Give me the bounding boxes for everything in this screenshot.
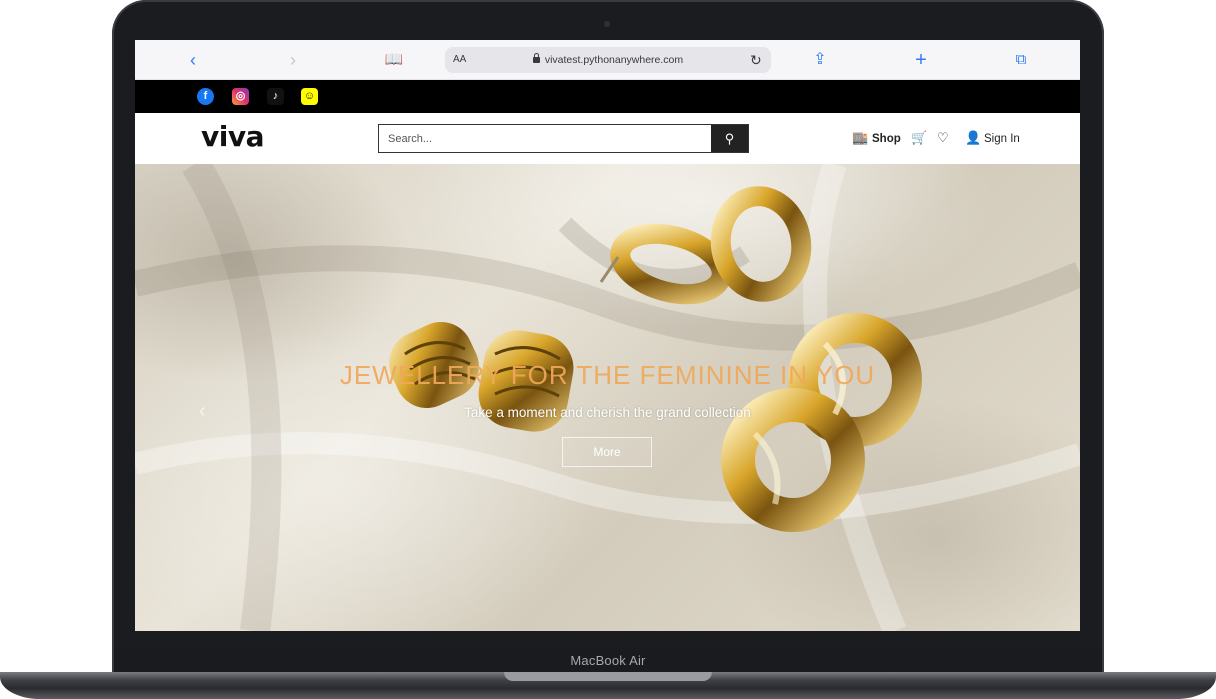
laptop-notch bbox=[504, 672, 712, 681]
heart-icon[interactable]: ♡ bbox=[937, 130, 949, 146]
sign-in-link[interactable]: Sign In bbox=[984, 131, 1020, 147]
chevron-right-icon[interactable]: › bbox=[281, 48, 305, 72]
book-icon[interactable]: 📖 bbox=[382, 48, 406, 72]
stage: MacBook Air ‹ › 📖 AA vivatest.pythonanyw… bbox=[0, 0, 1216, 699]
device-label: MacBook Air bbox=[570, 653, 646, 668]
cart-icon[interactable]: 🛒 bbox=[911, 130, 927, 146]
search-input[interactable] bbox=[379, 125, 711, 152]
plus-icon[interactable]: + bbox=[909, 48, 933, 72]
search-icon: ⚲ bbox=[724, 131, 735, 146]
reload-icon[interactable]: ↻ bbox=[750, 47, 762, 73]
hero-title: JEWELLERY FOR THE FEMININE IN YOU bbox=[339, 360, 876, 390]
hero-banner: ‹ JEWELLERY FOR THE FEMININE IN YOU Take… bbox=[135, 164, 1080, 631]
share-icon[interactable]: ⇪ bbox=[808, 48, 832, 72]
search-button[interactable]: ⚲ bbox=[711, 125, 748, 152]
url-field[interactable]: vivatest.pythonanywhere.com bbox=[445, 47, 771, 73]
site-header: viva ⚲ 🏬 Shop 🛒 ♡ 👤 Sign In bbox=[135, 113, 1080, 164]
facebook-icon[interactable]: f bbox=[197, 88, 214, 105]
browser-toolbar: ‹ › 📖 AA vivatest.pythonanywhere.com ↻ ⇪… bbox=[135, 40, 1080, 80]
tiktok-icon[interactable]: ♪ bbox=[267, 88, 284, 105]
address-bar[interactable]: AA vivatest.pythonanywhere.com ↻ bbox=[445, 47, 771, 73]
more-button[interactable]: More bbox=[562, 437, 652, 467]
shop-link[interactable]: Shop bbox=[872, 131, 901, 147]
screen: ‹ › 📖 AA vivatest.pythonanywhere.com ↻ ⇪… bbox=[135, 40, 1080, 631]
lock-icon bbox=[532, 53, 540, 63]
laptop-chin: MacBook Air bbox=[114, 648, 1102, 672]
instagram-icon[interactable]: ◎ bbox=[232, 88, 249, 105]
social-bar: f ◎ ♪ ☺ bbox=[135, 80, 1080, 113]
store-icon[interactable]: 🏬 bbox=[852, 130, 868, 146]
chevron-left-icon[interactable]: ‹ bbox=[181, 48, 205, 72]
hero-subtitle: Take a moment and cherish the grand coll… bbox=[464, 405, 751, 420]
camera bbox=[604, 21, 610, 27]
hero-image bbox=[135, 164, 1080, 631]
search-form: ⚲ bbox=[378, 124, 749, 153]
tabs-icon[interactable]: ⧉ bbox=[1009, 48, 1033, 72]
url-text: vivatest.pythonanywhere.com bbox=[544, 54, 684, 66]
site-logo[interactable]: viva bbox=[201, 120, 265, 153]
shop-label: Shop bbox=[872, 133, 901, 145]
snapchat-icon[interactable]: ☺ bbox=[301, 88, 318, 105]
user-icon[interactable]: 👤 bbox=[965, 130, 981, 146]
